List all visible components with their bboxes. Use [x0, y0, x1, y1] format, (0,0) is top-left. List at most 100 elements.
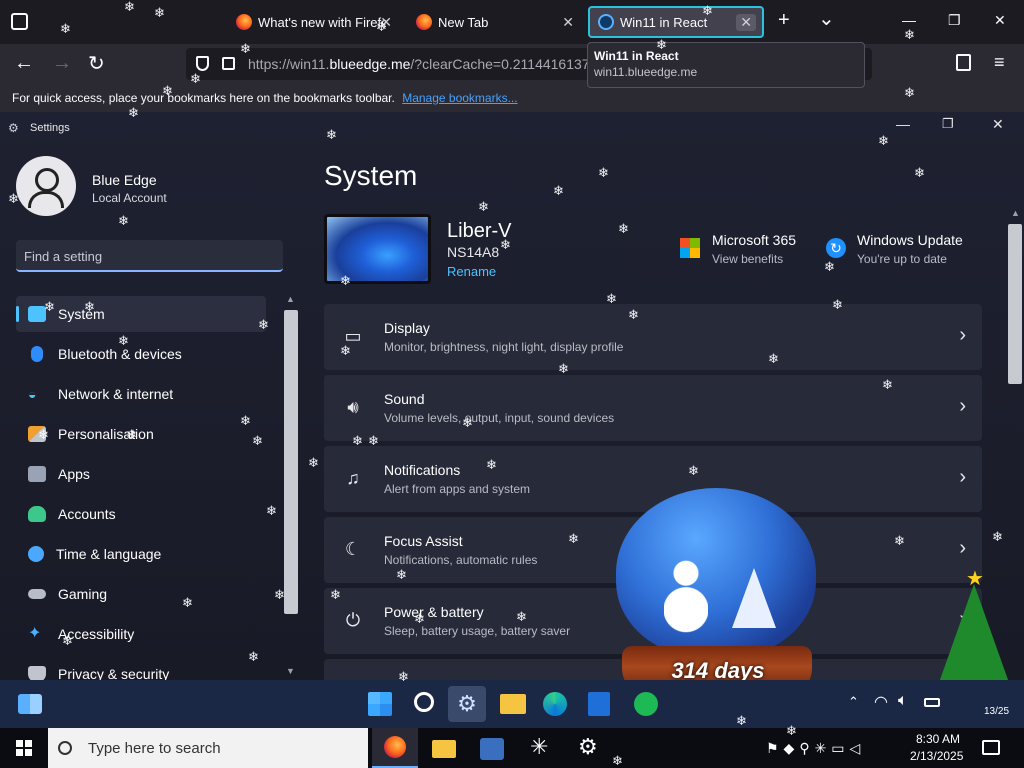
page-info-icon[interactable] [222, 57, 235, 70]
settings-window: ⚙ Settings — ❐ ✕ Blue Edge Local Account… [0, 112, 1024, 682]
snowflake-icon: ❄ [768, 351, 779, 366]
sidebar-item-personalisation[interactable]: Personalisation [16, 416, 266, 452]
bell-icon: ♫ [346, 468, 360, 488]
file-explorer-icon[interactable] [500, 694, 526, 714]
windows-update-title[interactable]: Windows Update [857, 232, 963, 248]
clock-date[interactable]: 2/13/2025 [910, 749, 963, 763]
tab-win11-react[interactable]: Win11 in React ✕ [588, 6, 764, 38]
settings-app-icon[interactable]: ⚙ [448, 686, 486, 722]
host-search-placeholder: Type here to search [88, 739, 221, 757]
minimize-button[interactable]: — [902, 12, 916, 28]
close-window-button[interactable]: ✕ [994, 12, 1006, 29]
sidebar-item-network[interactable]: ◒ Network & internet [16, 376, 266, 412]
card-title: Notifications [384, 462, 461, 478]
windows-start-icon[interactable] [16, 740, 32, 756]
snowflake-icon: ❄ [396, 567, 407, 582]
maximize-button[interactable]: ❐ [948, 12, 961, 29]
tab-title: Win11 in React [620, 14, 708, 30]
back-arrow-icon[interactable]: ← [14, 52, 34, 75]
card-subtitle: Sleep, battery usage, battery saver [384, 624, 571, 638]
selected-indicator [16, 306, 19, 322]
snowflake-icon: ❄ [894, 533, 905, 548]
find-setting-input[interactable]: Find a setting [16, 240, 283, 272]
edge-icon[interactable] [543, 692, 567, 716]
shield-icon[interactable] [196, 56, 209, 71]
widgets-icon[interactable] [18, 694, 42, 714]
snowflake-icon: ❄ [914, 165, 925, 180]
host-search-box[interactable]: Type here to search [48, 728, 368, 768]
folder-icon[interactable] [432, 740, 456, 758]
globe-icon [28, 546, 44, 562]
spotify-icon[interactable] [634, 692, 658, 716]
tab-whats-new[interactable]: What's new with Firefox ✕ [228, 6, 398, 38]
battery-tray-icon[interactable] [924, 698, 940, 707]
extensions-icon[interactable] [956, 54, 971, 71]
device-model: NS14A8 [447, 244, 500, 260]
firefox-view-icon[interactable] [11, 13, 28, 30]
gear-icon[interactable]: ⚙ [578, 734, 598, 760]
tab-close-icon[interactable]: ✕ [736, 13, 756, 31]
ms365-title[interactable]: Microsoft 365 [712, 232, 796, 248]
snowflake-icon: ❄ [60, 21, 71, 36]
sidebar-scroll-up-icon[interactable]: ▲ [286, 294, 295, 304]
rename-link[interactable]: Rename [447, 264, 496, 279]
clock-time[interactable]: 8:30 AM [916, 732, 960, 746]
bookmarks-toolbar: For quick access, place your bookmarks h… [0, 84, 1024, 112]
microsoft-logo-icon [680, 238, 700, 258]
sidebar-item-label: Apps [58, 466, 90, 482]
tab-tooltip: Win11 in React win11.blueedge.me [587, 42, 865, 88]
sidebar-scroll-down-icon[interactable]: ▼ [286, 666, 295, 676]
sidebar-item-gaming[interactable]: Gaming [16, 576, 266, 612]
firefox-taskbar-icon[interactable] [372, 728, 418, 768]
notification-icon[interactable] [982, 740, 1000, 755]
forward-arrow-icon[interactable]: → [52, 52, 72, 75]
snowflake-icon: ❄ [568, 531, 579, 546]
sidebar-item-label: Time & language [56, 546, 162, 562]
content-scroll-up-icon[interactable]: ▲ [1011, 208, 1020, 218]
bluetooth-icon [31, 346, 43, 362]
windows-update-icon: ↻ [826, 238, 846, 258]
tray-chevron-icon[interactable]: ⌃ [848, 694, 859, 710]
snowflake-icon: ❄ [274, 587, 285, 602]
menu-icon[interactable]: ≡ [994, 52, 1005, 73]
snowflake-icon: ❄ [252, 433, 263, 448]
sidebar-item-apps[interactable]: Apps [16, 456, 266, 492]
avatar[interactable] [16, 156, 76, 216]
new-tab-button[interactable]: + [778, 9, 790, 32]
snowflake-icon: ❄ [38, 427, 49, 442]
tab-new-tab[interactable]: New Tab ✕ [408, 6, 580, 38]
card-title: Display [384, 320, 430, 336]
sidebar-item-accessibility[interactable]: ✦ Accessibility [16, 616, 266, 652]
list-tabs-button[interactable]: ⌄ [818, 6, 835, 31]
snow-globe-glass [616, 488, 816, 658]
settings-sidebar: Blue Edge Local Account Find a setting S… [0, 112, 300, 682]
snowflake-icon: ❄ [340, 343, 351, 358]
content-scrollbar[interactable] [1008, 224, 1022, 384]
sidebar-item-label: Gaming [58, 586, 108, 602]
sidebar-item-accounts[interactable]: Accounts [16, 496, 266, 532]
tab-close-icon[interactable]: ✕ [562, 14, 574, 31]
tooltip-url: win11.blueedge.me [594, 65, 698, 79]
search-icon[interactable] [414, 692, 434, 712]
search-icon [58, 741, 72, 755]
settings-card-display[interactable]: ▭ Display Monitor, brightness, night lig… [324, 304, 982, 370]
app-icon[interactable] [480, 738, 504, 760]
sidebar-item-time-language[interactable]: Time & language [16, 536, 266, 572]
wifi-tray-icon[interactable]: ◠ [874, 692, 888, 712]
sidebar-scrollbar[interactable] [284, 310, 298, 614]
snowflake-icon: ❄ [368, 433, 379, 448]
url-text[interactable]: https://win11.blueedge.me/?clearCache=0.… [248, 56, 588, 72]
person-icon [28, 506, 46, 522]
account-type: Local Account [92, 191, 167, 205]
sidebar-item-label: Accounts [58, 506, 116, 522]
snowflake-icon: ❄ [904, 85, 915, 100]
store-icon[interactable] [588, 692, 610, 716]
start-icon[interactable] [368, 692, 392, 716]
volume-tray-icon[interactable]: 🔈︎ [898, 692, 908, 710]
snowflake-app-icon[interactable]: ✳ [530, 734, 548, 760]
manage-bookmarks-link[interactable]: Manage bookmarks... [402, 91, 517, 105]
reload-icon[interactable]: ↻ [88, 51, 105, 76]
sidebar-item-label: Network & internet [58, 386, 174, 402]
snow-globe-decoration: 314 days [614, 488, 818, 702]
sidebar-item-bluetooth[interactable]: Bluetooth & devices [16, 336, 266, 372]
